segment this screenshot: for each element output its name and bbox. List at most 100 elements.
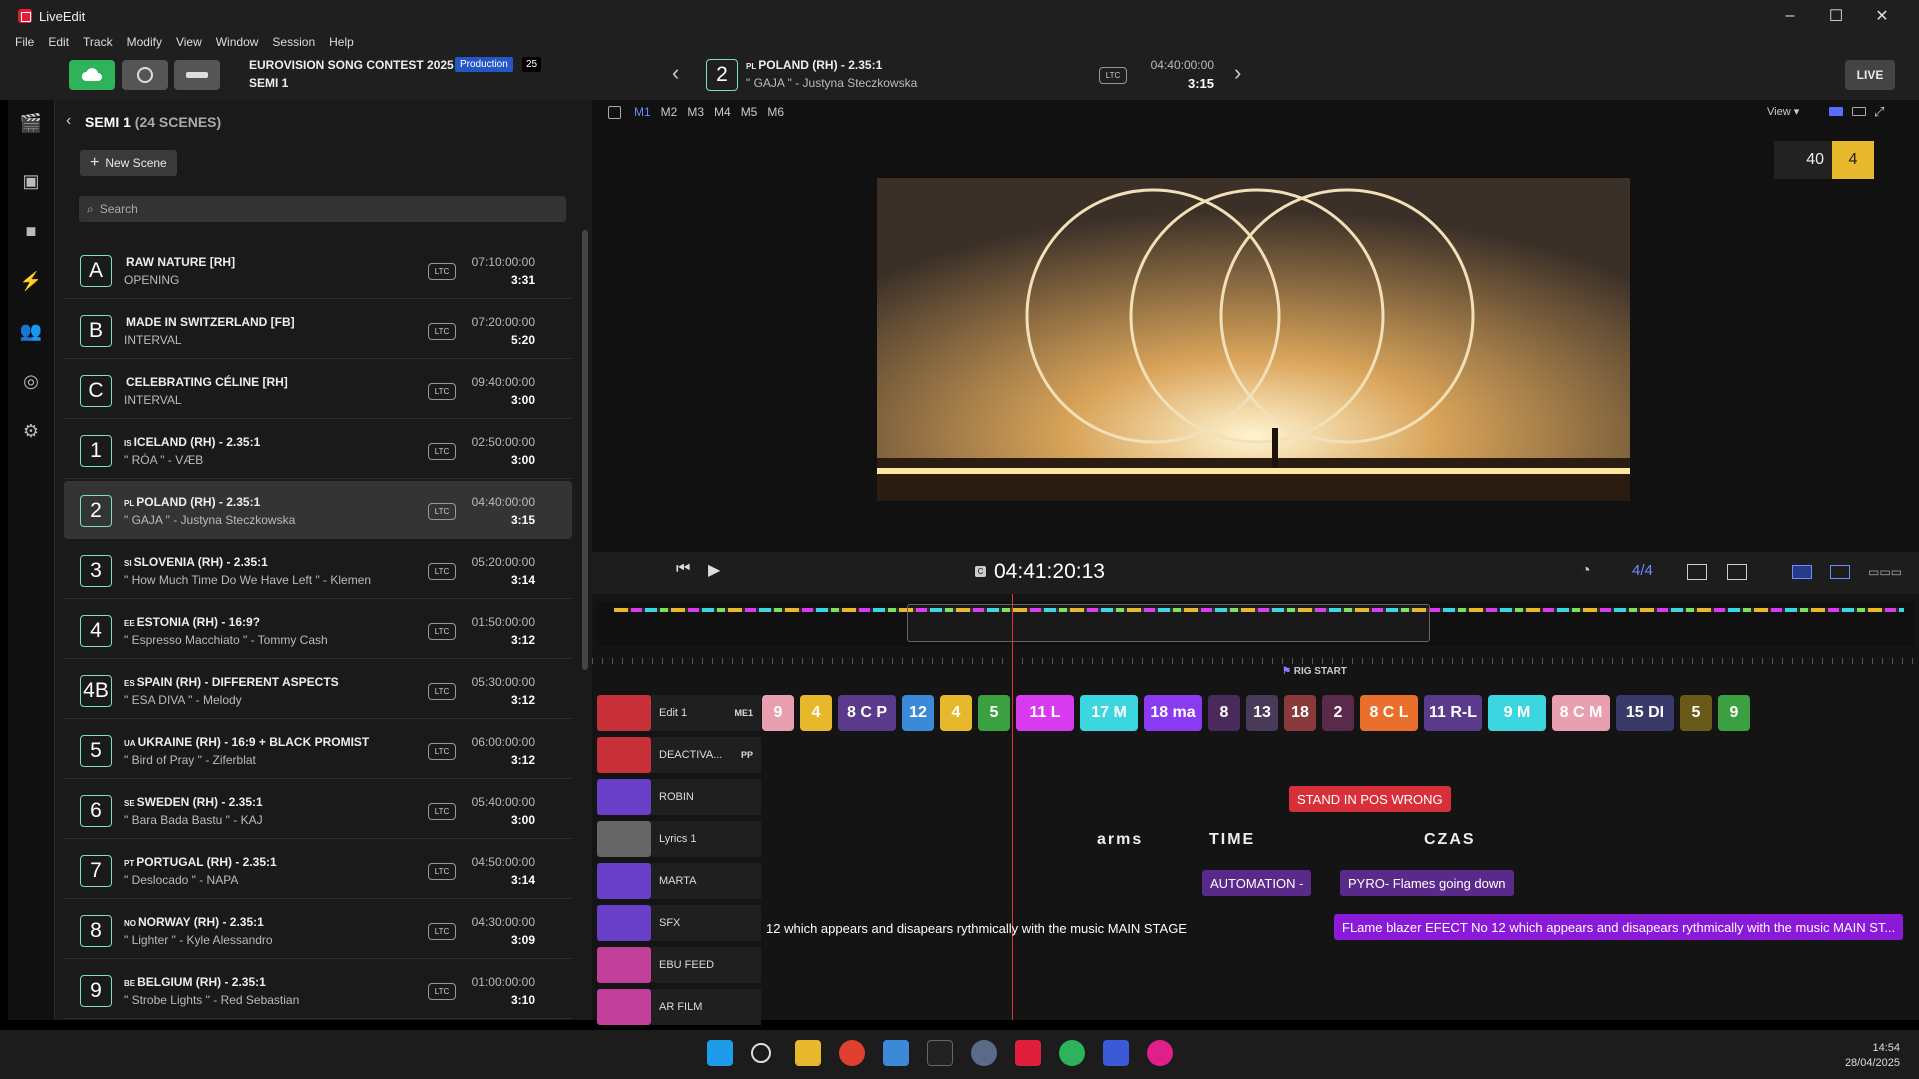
track-controls[interactable] — [597, 779, 651, 815]
scene-row[interactable]: 5 UA UKRAINE (RH) - 16:9 + BLACK PROMIST " … — [64, 721, 572, 779]
scene-row[interactable]: 1 IS ICELAND (RH) - 2.35:1 " RÓA " - VÆB LTC… — [64, 421, 572, 479]
timeline-clip[interactable]: 8 C M — [1552, 695, 1610, 731]
timeline-clip[interactable]: 12 — [902, 695, 934, 731]
track-row[interactable]: DEACTIVA... PP — [597, 735, 1914, 775]
whatsapp-icon[interactable] — [1059, 1040, 1085, 1066]
lyric-word[interactable]: CZAS — [1424, 831, 1476, 849]
play-icon[interactable]: ▶ — [708, 560, 720, 580]
lightning-icon[interactable]: ⚡ — [18, 268, 44, 294]
next-scene-chevron-right-icon[interactable]: › — [1234, 60, 1241, 86]
timeline-clip[interactable]: 8 — [1208, 695, 1240, 731]
monitor-icon[interactable] — [1687, 564, 1707, 580]
chrome-icon[interactable] — [839, 1040, 865, 1066]
grid-view-icon[interactable] — [1852, 107, 1866, 116]
scene-row[interactable]: 7 PT PORTUGAL (RH) - 2.35:1 " Deslocado " -… — [64, 841, 572, 899]
timeline-clip[interactable]: 4 — [940, 695, 972, 731]
single-view-icon[interactable] — [1829, 107, 1843, 116]
tab-m6[interactable]: M6 — [767, 105, 784, 119]
scene-list-scrollbar[interactable] — [582, 230, 588, 670]
track-row[interactable]: ROBIN — [597, 777, 1914, 817]
lyric-word[interactable]: arms — [1097, 831, 1143, 849]
timeline-clip[interactable]: 5 — [1680, 695, 1712, 731]
display-button[interactable] — [174, 60, 220, 90]
timeline-clip[interactable]: 8 C P — [838, 695, 896, 731]
search-input[interactable]: ⌕ Search — [79, 196, 566, 222]
search-icon[interactable] — [751, 1043, 771, 1063]
menu-file[interactable]: File — [15, 35, 34, 49]
track-controls[interactable] — [597, 989, 651, 1025]
settings-app-icon[interactable] — [971, 1040, 997, 1066]
fullscreen-icon[interactable]: ⤢ — [1874, 104, 1884, 120]
track-controls[interactable] — [597, 695, 651, 731]
overview-viewport[interactable] — [907, 604, 1430, 642]
split-view-icon[interactable] — [1830, 565, 1850, 579]
marta-flag-pyro[interactable]: PYRO- Flames going down — [1340, 870, 1514, 896]
menu-edit[interactable]: Edit — [48, 35, 69, 49]
minimize-button[interactable]: – — [1767, 0, 1813, 32]
timeline-clip[interactable]: 9 M — [1488, 695, 1546, 731]
time-signature[interactable]: 4/4 — [1632, 562, 1653, 579]
more-icon[interactable]: ▭▭▭ — [1868, 565, 1902, 579]
timeline-clip[interactable]: 9 — [762, 695, 794, 731]
track-name[interactable]: EBU FEED — [651, 947, 761, 983]
track-name[interactable]: Edit 1 ME1 — [651, 695, 761, 731]
track-controls[interactable] — [597, 821, 651, 857]
timeline-clip[interactable]: 4 — [800, 695, 832, 731]
track-row[interactable]: Lyrics 1 — [597, 819, 1914, 859]
windows-start-icon[interactable] — [707, 1040, 733, 1066]
skip-back-icon[interactable]: ⏮ — [676, 560, 690, 578]
tab-m1[interactable]: M1 — [634, 105, 651, 119]
slack-icon[interactable] — [1147, 1040, 1173, 1066]
scene-row[interactable]: 4B ES SPAIN (RH) - DIFFERENT ASPECTS " ESA … — [64, 661, 572, 719]
back-chevron-icon[interactable]: ‹ — [66, 112, 71, 130]
menu-view[interactable]: View — [176, 35, 202, 49]
menu-help[interactable]: Help — [329, 35, 354, 49]
sfx-flag[interactable]: FLame blazer EFECT No 12 which appears a… — [1334, 914, 1904, 940]
record-button[interactable] — [122, 60, 168, 90]
timeline-overview[interactable] — [596, 602, 1914, 646]
layout-icon[interactable] — [608, 106, 621, 119]
speed-gauge-icon[interactable]: ◔ — [1581, 562, 1591, 580]
track-name[interactable]: Lyrics 1 — [651, 821, 761, 857]
timeline-clip[interactable]: 18 ma — [1144, 695, 1202, 731]
keyboard-icon[interactable] — [1727, 564, 1747, 580]
menu-session[interactable]: Session — [272, 35, 315, 49]
timeline-clip[interactable]: 11 L — [1016, 695, 1074, 731]
tab-m3[interactable]: M3 — [687, 105, 704, 119]
timeline-clip[interactable]: 18 — [1284, 695, 1316, 731]
timeline-clip[interactable]: 13 — [1246, 695, 1278, 731]
live-button[interactable]: LIVE — [1845, 60, 1895, 90]
timeline-clip[interactable]: 5 — [978, 695, 1010, 731]
marta-flag-automation[interactable]: AUTOMATION - — [1202, 870, 1312, 896]
close-button[interactable]: ✕ — [1859, 0, 1905, 32]
menu-modify[interactable]: Modify — [127, 35, 162, 49]
prev-scene-chevron-left-icon[interactable]: ‹ — [672, 60, 679, 86]
timeline-clip[interactable]: 9 — [1718, 695, 1750, 731]
scene-row[interactable]: 6 SE SWEDEN (RH) - 2.35:1 " Bara Bada Bastu… — [64, 781, 572, 839]
users-icon[interactable]: 👥 — [18, 318, 44, 344]
maximize-button[interactable]: ☐ — [1813, 0, 1859, 32]
robin-flag[interactable]: STAND IN POS WRONG — [1289, 786, 1451, 812]
tab-m5[interactable]: M5 — [741, 105, 758, 119]
track-controls[interactable] — [597, 947, 651, 983]
track-view-icon[interactable] — [1792, 565, 1812, 579]
track-name[interactable]: MARTA — [651, 863, 761, 899]
tab-m2[interactable]: M2 — [661, 105, 678, 119]
view-dropdown-label[interactable]: View — [1767, 106, 1791, 118]
scene-row[interactable]: 9 BE BELGIUM (RH) - 2.35:1 " Strobe Lights … — [64, 961, 572, 1019]
scene-row[interactable]: B MADE IN SWITZERLAND [FB] INTERVAL LTC 07:2… — [64, 301, 572, 359]
timeline-clip[interactable]: 15 DI — [1616, 695, 1674, 731]
cloud-sync-button[interactable] — [69, 60, 115, 90]
remote-desktop-icon[interactable] — [883, 1040, 909, 1066]
menu-track[interactable]: Track — [83, 35, 113, 49]
timeline-clip[interactable]: 8 C L — [1360, 695, 1418, 731]
menu-window[interactable]: Window — [216, 35, 259, 49]
lyric-word[interactable]: TIME — [1209, 831, 1255, 849]
timeline-ruler[interactable] — [592, 658, 1919, 664]
scene-row[interactable]: 8 NO NORWAY (RH) - 2.35:1 " Lighter " - Kyl… — [64, 901, 572, 959]
track-name[interactable]: DEACTIVA... PP — [651, 737, 761, 773]
folder-icon[interactable] — [795, 1040, 821, 1066]
scene-row[interactable]: A RAW NATURE [RH] OPENING LTC 07:10:00:00 3:3… — [64, 241, 572, 299]
track-controls[interactable] — [597, 737, 651, 773]
track-row[interactable]: AR FILM — [597, 987, 1914, 1027]
